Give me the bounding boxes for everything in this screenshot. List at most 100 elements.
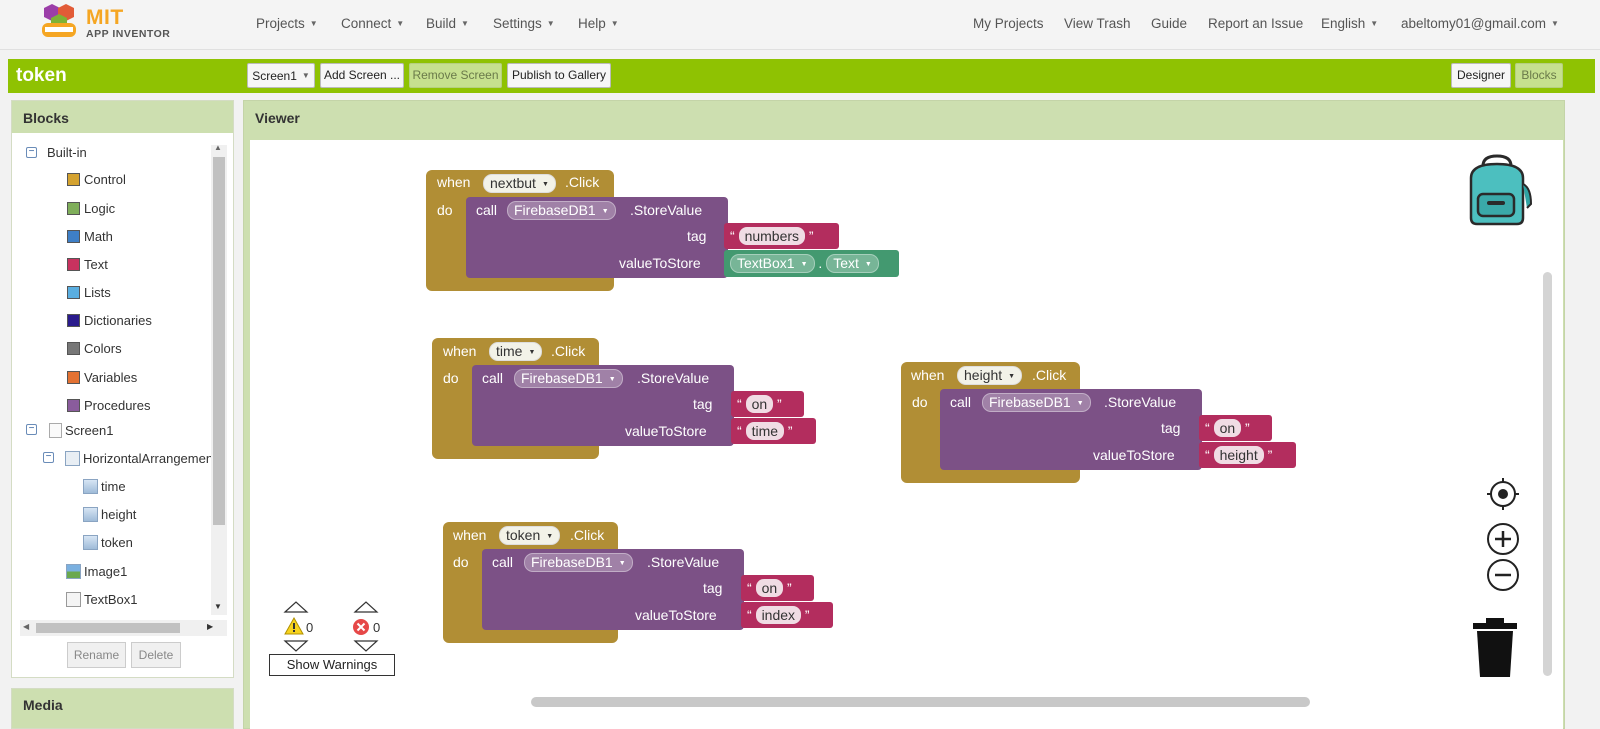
text-block-height[interactable]: “ height ” <box>1199 442 1296 468</box>
scroll-down-icon[interactable]: ▼ <box>214 602 222 611</box>
blocks-button[interactable]: Blocks <box>1515 63 1563 88</box>
text-value[interactable]: index <box>755 606 802 624</box>
workspace-vertical-scrollbar[interactable] <box>1543 272 1552 676</box>
text-value[interactable]: height <box>1213 446 1264 464</box>
firebase-dropdown-label: FirebaseDB1 <box>989 394 1071 410</box>
menu-help[interactable]: Help ▼ <box>578 16 619 31</box>
quote-open: “ <box>747 580 752 596</box>
text-block-on[interactable]: “ on ” <box>731 391 804 417</box>
firebase-dropdown[interactable]: FirebaseDB1 ▼ <box>982 393 1091 412</box>
drawer-control[interactable]: Control <box>67 172 126 187</box>
error-prev-icon[interactable] <box>353 601 379 613</box>
tree-screen1[interactable]: Screen1 <box>49 423 113 438</box>
text-block-numbers[interactable]: “ numbers ” <box>724 223 839 249</box>
tree-component-token[interactable]: token <box>83 535 133 550</box>
component-dropdown-nextbut[interactable]: nextbut ▼ <box>483 174 556 193</box>
zoom-out-icon[interactable] <box>1486 558 1520 592</box>
logo-icon <box>42 4 76 37</box>
publish-gallery-button[interactable]: Publish to Gallery <box>507 63 611 88</box>
tree-builtin[interactable]: Built-in <box>47 145 87 160</box>
workspace-horizontal-scrollbar[interactable] <box>531 697 1310 707</box>
scroll-right-icon[interactable]: ▶ <box>207 622 213 631</box>
collapse-arrangement-icon[interactable]: − <box>43 452 54 463</box>
tree-component-height[interactable]: height <box>83 507 136 522</box>
link-view-trash[interactable]: View Trash <box>1064 16 1131 31</box>
text-value[interactable]: numbers <box>738 227 806 245</box>
show-warnings-button[interactable]: Show Warnings <box>269 654 395 676</box>
menu-language[interactable]: English ▼ <box>1321 16 1378 31</box>
logo-text-mit: MIT <box>86 6 124 29</box>
component-dropdown-token[interactable]: token ▼ <box>499 526 561 545</box>
tree-horizontal-scrollbar[interactable]: ◀ ▶ <box>20 620 227 636</box>
kw-storevalue: .StoreValue <box>1104 394 1177 410</box>
error-next-icon[interactable] <box>353 640 379 652</box>
tree-height-label: height <box>101 507 137 522</box>
scroll-up-icon[interactable]: ▲ <box>214 143 222 152</box>
text-block-time[interactable]: “ time ” <box>731 418 816 444</box>
text-value[interactable]: on <box>1213 419 1242 437</box>
warning-prev-icon[interactable] <box>283 601 309 613</box>
property-dropdown[interactable]: Text ▼ <box>826 254 879 273</box>
component-dropdown-height[interactable]: height ▼ <box>957 366 1023 385</box>
add-screen-button[interactable]: Add Screen ... <box>320 63 404 88</box>
text-value[interactable]: on <box>745 395 774 413</box>
menu-user-account[interactable]: abeltomy01@gmail.com ▼ <box>1401 16 1559 31</box>
trash-icon[interactable] <box>1472 618 1518 678</box>
center-workspace-icon[interactable] <box>1486 477 1520 511</box>
component-dropdown-time[interactable]: time ▼ <box>489 342 543 361</box>
menu-connect[interactable]: Connect ▼ <box>341 16 404 31</box>
remove-screen-button[interactable]: Remove Screen <box>409 63 502 88</box>
menu-projects[interactable]: Projects ▼ <box>256 16 318 31</box>
chevron-down-icon: ▼ <box>541 181 549 188</box>
delete-button[interactable]: Delete <box>131 642 181 668</box>
tree-component-textbox1[interactable]: TextBox1 <box>66 592 137 607</box>
menu-build[interactable]: Build ▼ <box>426 16 469 31</box>
quote-open: “ <box>737 396 742 412</box>
text-value[interactable]: on <box>755 579 784 597</box>
menu-settings[interactable]: Settings ▼ <box>493 16 555 31</box>
text-block-on[interactable]: “ on ” <box>1199 415 1272 441</box>
tree-horizontal-scroll-thumb[interactable] <box>36 623 180 633</box>
rename-button[interactable]: Rename <box>67 642 126 668</box>
drawer-colors[interactable]: Colors <box>67 341 122 356</box>
tree-vertical-scroll-thumb[interactable] <box>213 157 225 525</box>
tree-component-time[interactable]: time <box>83 479 126 494</box>
chevron-down-icon: ▼ <box>618 560 626 567</box>
link-report-issue[interactable]: Report an Issue <box>1208 16 1303 31</box>
backpack-icon[interactable] <box>1461 152 1533 226</box>
zoom-in-icon[interactable] <box>1486 522 1520 556</box>
kw-do: do <box>443 370 459 386</box>
link-my-projects[interactable]: My Projects <box>973 16 1044 31</box>
drawer-procedures[interactable]: Procedures <box>67 398 150 413</box>
textbox-component-dropdown[interactable]: TextBox1 ▼ <box>730 254 815 273</box>
screen-select[interactable]: Screen1 ▼ <box>247 63 315 88</box>
getter-block-textbox1-text[interactable]: TextBox1 ▼ . Text ▼ <box>724 250 899 277</box>
tree-horizontal-arrangement[interactable]: HorizontalArrangemen <box>65 451 213 466</box>
tree-vertical-scrollbar[interactable]: ▲ ▼ <box>211 143 227 615</box>
collapse-screen1-icon[interactable]: − <box>26 424 37 435</box>
drawer-variables[interactable]: Variables <box>67 370 137 385</box>
drawer-lists[interactable]: Lists <box>67 285 111 300</box>
drawer-text[interactable]: Text <box>67 257 108 272</box>
kw-valuetostore: valueToStore <box>625 423 707 439</box>
drawer-logic[interactable]: Logic <box>67 201 115 216</box>
drawer-variables-label: Variables <box>84 370 138 385</box>
text-value[interactable]: time <box>745 422 785 440</box>
firebase-dropdown[interactable]: FirebaseDB1 ▼ <box>514 369 623 388</box>
collapse-builtin-icon[interactable]: − <box>26 147 37 158</box>
tree-component-image1[interactable]: Image1 <box>66 564 127 579</box>
firebase-dropdown[interactable]: FirebaseDB1 ▼ <box>524 553 633 572</box>
text-block-on[interactable]: “ on ” <box>741 575 814 601</box>
link-guide[interactable]: Guide <box>1151 16 1187 31</box>
scroll-left-icon[interactable]: ◀ <box>23 622 29 631</box>
drawer-math[interactable]: Math <box>67 229 113 244</box>
kw-tag: tag <box>703 580 723 596</box>
app-inventor-logo[interactable]: MIT APP INVENTOR <box>36 2 176 44</box>
arrangement-icon <box>65 451 80 466</box>
designer-button[interactable]: Designer <box>1451 63 1511 88</box>
firebase-dropdown[interactable]: FirebaseDB1 ▼ <box>507 201 616 220</box>
text-block-index[interactable]: “ index ” <box>741 602 833 628</box>
tree-textbox1-label: TextBox1 <box>84 592 138 607</box>
drawer-dictionaries[interactable]: Dictionaries <box>67 313 152 328</box>
warning-next-icon[interactable] <box>283 640 309 652</box>
